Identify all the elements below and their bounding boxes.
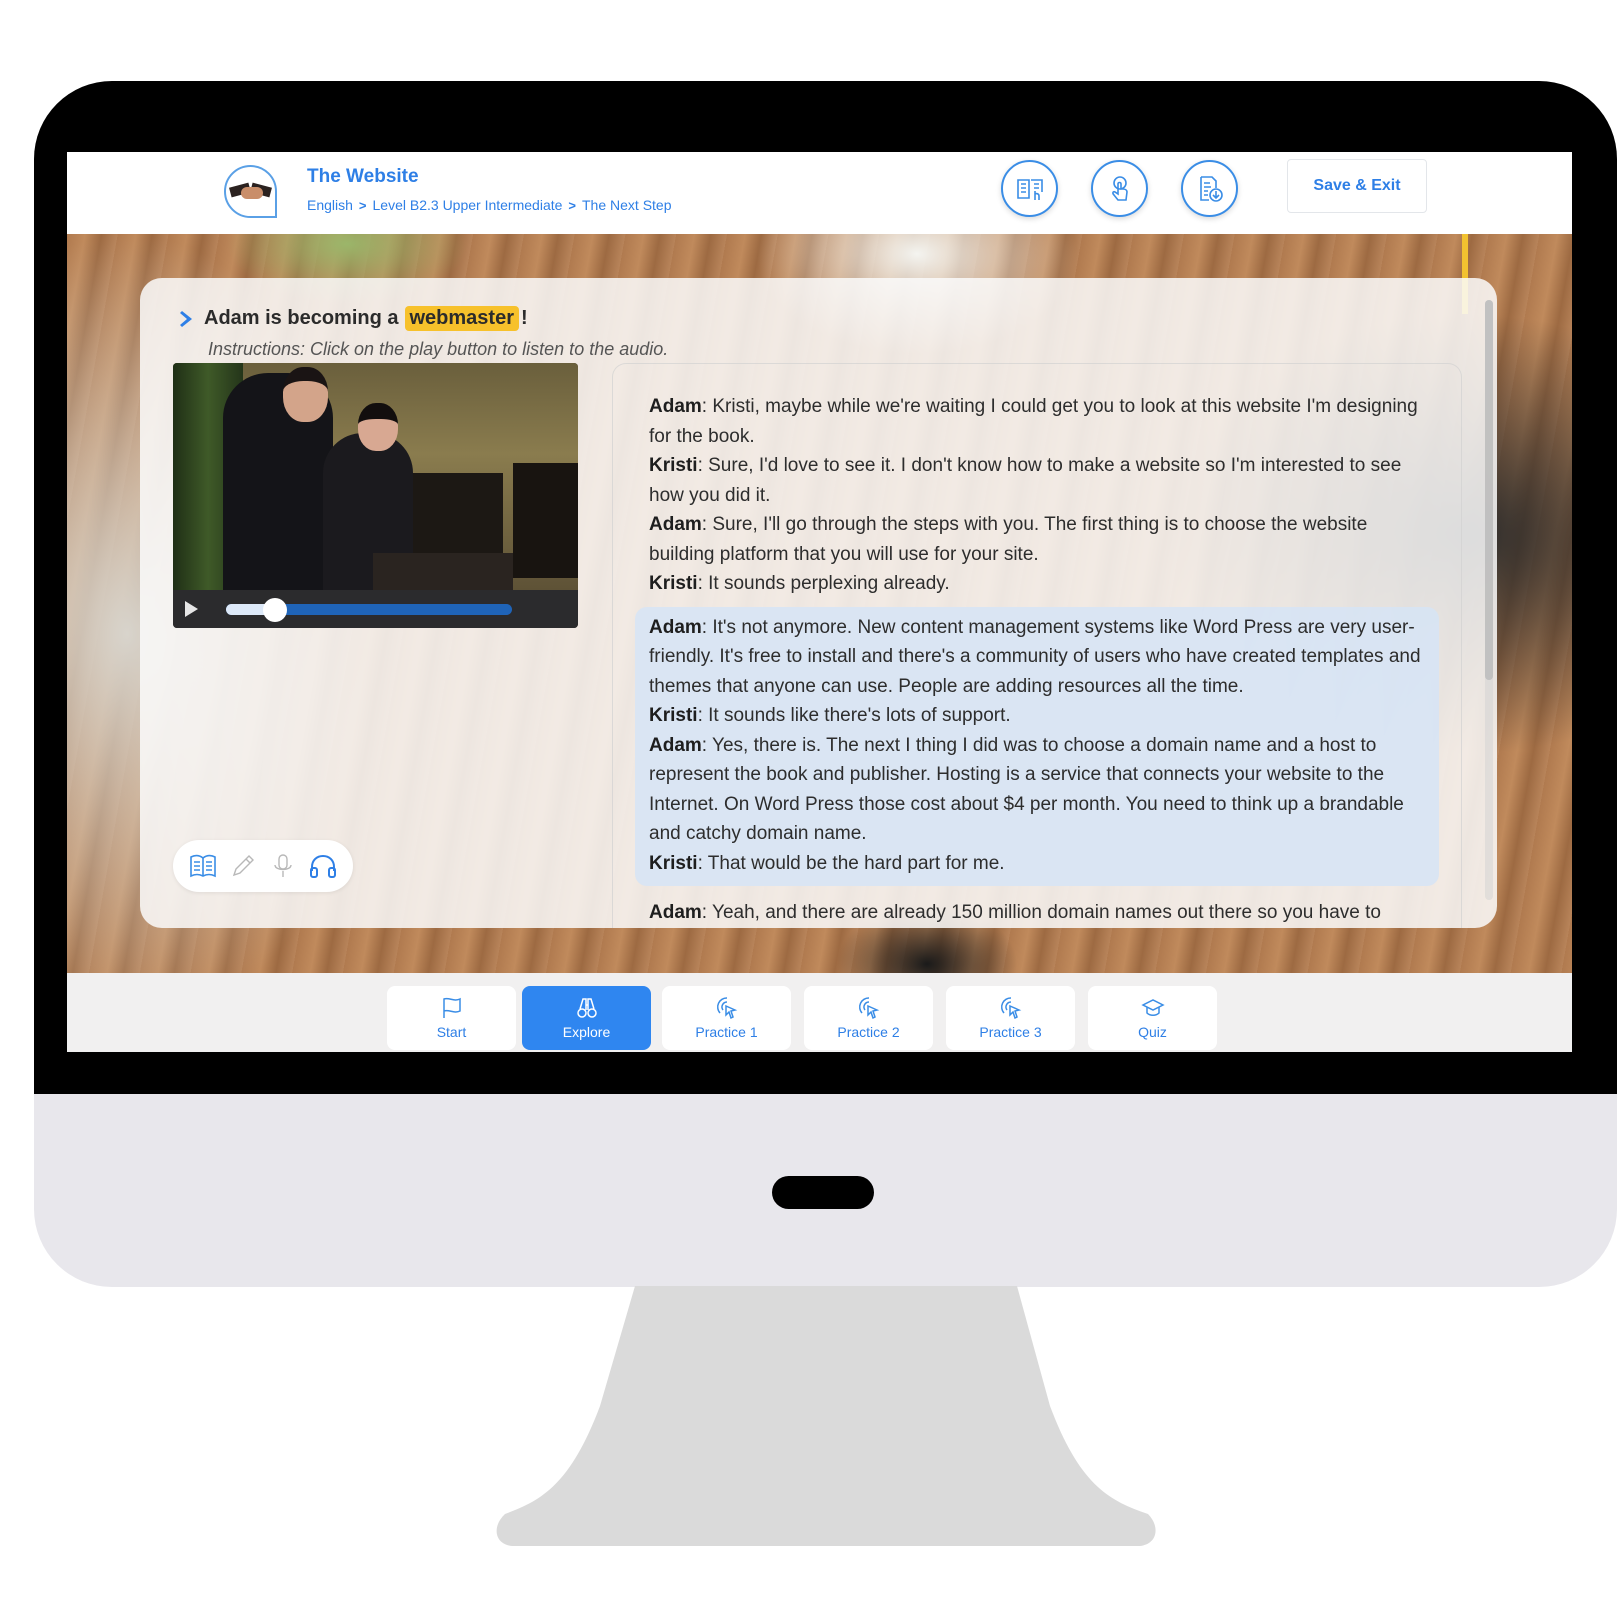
dialogue-text: : It's not anymore. New content manageme… — [649, 616, 1421, 697]
speaker-name: Adam — [649, 902, 702, 923]
dialogue-text: : Sure, I'll go through the steps with y… — [649, 514, 1368, 565]
transcript-line: Kristi: It sounds perplexing already. — [649, 569, 1425, 599]
lesson-heading: Adam is becoming a webmaster! — [180, 306, 528, 331]
transcript-line: Adam: Yes, there is. The next I thing I … — [649, 731, 1425, 849]
transcript-block[interactable]: Adam: Kristi, maybe while we're waiting … — [635, 392, 1439, 599]
pointer-click-icon — [716, 997, 737, 1020]
heading-suffix: ! — [521, 307, 528, 329]
headphones-icon — [310, 854, 336, 878]
dialogue-text: : Yeah, and there are already 150 millio… — [701, 902, 1381, 923]
transcript-line: Adam: It's not anymore. New content mana… — [649, 613, 1425, 702]
dialogue-text: : Yes, there is. The next I thing I did … — [649, 734, 1404, 845]
speaker-name: Adam — [649, 616, 702, 638]
video-player[interactable] — [173, 363, 578, 628]
document-download-icon — [1199, 175, 1223, 202]
reading-tool-button[interactable] — [1001, 160, 1058, 217]
speaker-name: Kristi — [649, 852, 698, 874]
speaker-name: Kristi — [649, 455, 698, 476]
progress-slider[interactable] — [226, 598, 512, 622]
breadcrumb-item-language[interactable]: English — [307, 197, 353, 213]
monitor-stand — [496, 1286, 1156, 1546]
scrollbar-thumb[interactable] — [1485, 300, 1493, 680]
microphone-icon — [274, 854, 292, 877]
transcript-scrollbar[interactable] — [1485, 300, 1493, 900]
breadcrumb-separator-icon: > — [568, 197, 576, 213]
dialogue-text: : Sure, I'd love to see it. I don't know… — [649, 455, 1402, 506]
instructions-text: Instructions: Click on the play button t… — [208, 339, 669, 359]
pencil-icon — [232, 855, 254, 877]
interact-tool-button[interactable] — [1091, 160, 1148, 217]
book-icon — [190, 854, 216, 878]
pointer-click-icon — [858, 997, 879, 1020]
write-mode-button[interactable] — [229, 852, 257, 880]
vocabulary-highlight[interactable]: webmaster — [404, 306, 519, 331]
speaker-name: Kristi — [649, 573, 698, 594]
transcript-line: Adam: Sure, I'll go through the steps wi… — [649, 510, 1425, 569]
transcript-block[interactable]: Adam: Yeah, and there are already 150 mi… — [635, 898, 1439, 928]
transcript-line: Kristi: It sounds like there's lots of s… — [649, 701, 1425, 731]
nav-practice-3[interactable]: Practice 3 — [946, 986, 1075, 1050]
transcript-panel[interactable]: Adam: Kristi, maybe while we're waiting … — [612, 363, 1462, 928]
nav-practice-1[interactable]: Practice 1 — [662, 986, 791, 1050]
dialogue-text: : Kristi, maybe while we're waiting I co… — [649, 396, 1418, 447]
transcript-line: Adam: Yeah, and there are already 150 mi… — [649, 898, 1425, 928]
nav-label: Practice 2 — [837, 1024, 900, 1040]
transcript-block-active[interactable]: Adam: It's not anymore. New content mana… — [635, 606, 1439, 886]
video-controls — [173, 590, 578, 628]
nav-explore[interactable]: Explore — [522, 986, 651, 1050]
breadcrumb-item-level[interactable]: Level B2.3 Upper Intermediate — [373, 197, 563, 213]
binoculars-icon — [576, 998, 597, 1018]
dialogue-text: : It sounds like there's lots of support… — [697, 705, 1011, 726]
nav-label: Quiz — [1138, 1024, 1167, 1040]
read-mode-button[interactable] — [189, 852, 217, 880]
touch-hand-icon — [1111, 175, 1128, 201]
chevron-right-icon — [180, 310, 192, 327]
flag-icon — [442, 997, 461, 1018]
reading-book-icon — [1016, 178, 1043, 200]
nav-label: Practice 1 — [695, 1024, 758, 1040]
course-logo — [224, 165, 277, 218]
breadcrumb-item-unit[interactable]: The Next Step — [582, 197, 672, 213]
media-toolbar — [173, 840, 353, 892]
dialogue-text: : That would be the hard part for me. — [697, 852, 1005, 874]
listen-mode-button[interactable] — [309, 852, 337, 880]
save-exit-button[interactable]: Save & Exit — [1287, 159, 1427, 213]
speak-mode-button[interactable] — [269, 852, 297, 880]
app-screen: The Website English > Level B2.3 Upper I… — [67, 152, 1572, 1052]
course-title: The Website — [307, 166, 419, 187]
transcript-line: Kristi: That would be the hard part for … — [649, 849, 1425, 879]
transcript-line: Kristi: Sure, I'd love to see it. I don'… — [649, 451, 1425, 510]
graduation-cap-icon — [1140, 999, 1165, 1016]
dialogue-text: : It sounds perplexing already. — [697, 573, 950, 594]
breadcrumb: English > Level B2.3 Upper Intermediate … — [307, 197, 672, 213]
speaker-name: Adam — [649, 514, 702, 535]
speaker-name: Kristi — [649, 705, 698, 726]
pointer-click-icon — [1000, 997, 1021, 1020]
download-document-button[interactable] — [1181, 160, 1238, 217]
transcript-line: Adam: Kristi, maybe while we're waiting … — [649, 392, 1425, 451]
app-header: The Website English > Level B2.3 Upper I… — [67, 152, 1572, 234]
monitor-logo-slot — [772, 1176, 874, 1209]
transcript-content: Adam: Kristi, maybe while we're waiting … — [613, 364, 1461, 928]
heading-text: Adam is becoming a — [204, 307, 399, 329]
nav-label: Explore — [562, 1024, 611, 1040]
nav-label: Start — [436, 1024, 467, 1040]
nav-start[interactable]: Start — [387, 986, 516, 1050]
nav-label: Practice 3 — [979, 1024, 1042, 1040]
lesson-nav: Start Explore Practice 1 Practice 2 Prac… — [67, 973, 1572, 1052]
play-icon[interactable] — [185, 601, 198, 617]
lesson-card: Adam is becoming a webmaster! Instructio… — [140, 278, 1497, 928]
speaker-name: Adam — [649, 396, 702, 417]
nav-practice-2[interactable]: Practice 2 — [804, 986, 933, 1050]
nav-quiz[interactable]: Quiz — [1088, 986, 1217, 1050]
speaker-name: Adam — [649, 734, 702, 756]
breadcrumb-separator-icon: > — [358, 197, 367, 213]
progress-handle[interactable] — [262, 598, 287, 622]
